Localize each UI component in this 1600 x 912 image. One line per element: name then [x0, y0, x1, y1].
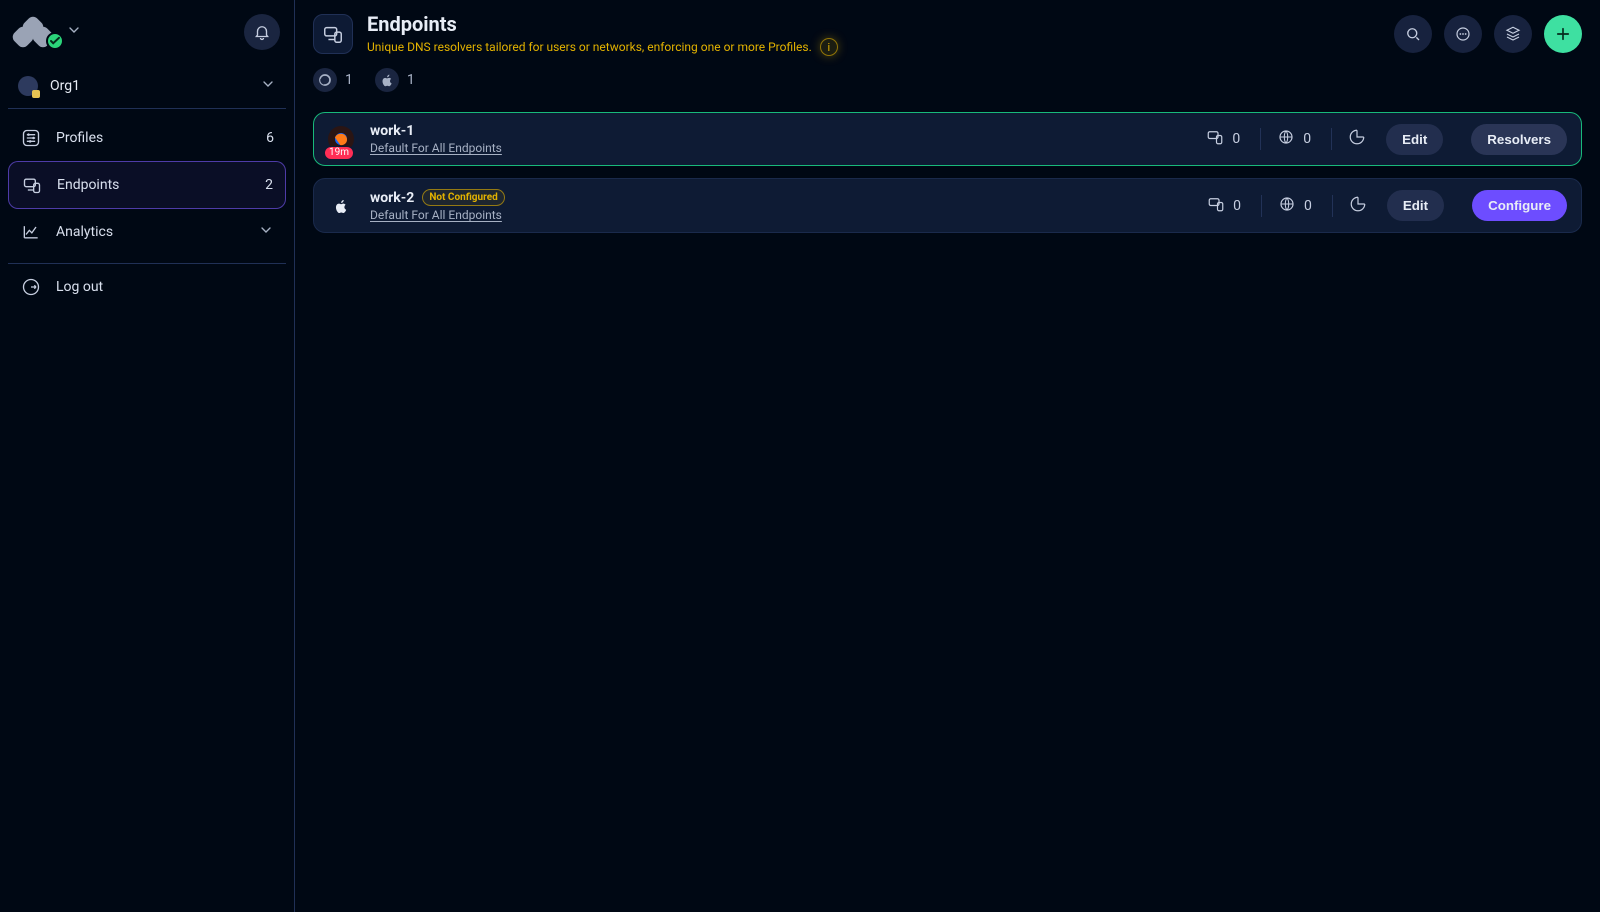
endpoint-domain-count: 0	[1261, 195, 1312, 217]
top-actions	[1394, 15, 1582, 53]
chevron-down-icon[interactable]	[258, 222, 274, 242]
apple-icon	[375, 68, 399, 92]
sliders-icon	[20, 127, 42, 149]
status-dot-icon	[46, 32, 64, 50]
edit-button[interactable]: Edit	[1386, 124, 1443, 155]
devices-count: 0	[1232, 131, 1240, 147]
endpoint-time-badge: 19m	[324, 146, 354, 160]
endpoint-list: 19m work-1 Default For All Endpoints 0	[295, 104, 1600, 241]
page-subtitle-text: Unique DNS resolvers tailored for users …	[367, 40, 812, 54]
filters: 1 1	[295, 64, 1600, 104]
search-button[interactable]	[1394, 15, 1432, 53]
endpoint-card[interactable]: 19m work-1 Default For All Endpoints 0	[313, 112, 1582, 166]
endpoints-title-icon	[313, 14, 353, 54]
chevron-down-icon[interactable]	[260, 76, 276, 96]
org-avatar-icon	[18, 76, 38, 96]
sidebar-item-endpoints[interactable]: Endpoints 2	[8, 161, 286, 209]
logout-label: Log out	[56, 279, 103, 295]
sidebar-item-label: Endpoints	[57, 177, 251, 193]
page-title: Endpoints	[367, 12, 838, 36]
pie-icon	[1348, 128, 1366, 150]
page-title-wrap: Endpoints Unique DNS resolvers tailored …	[313, 12, 838, 56]
topbar: Endpoints Unique DNS resolvers tailored …	[295, 0, 1600, 64]
endpoint-analytics[interactable]	[1331, 128, 1366, 150]
sidebar-item-count: 2	[265, 177, 273, 193]
layers-button[interactable]	[1494, 15, 1532, 53]
info-icon[interactable]: i	[820, 38, 838, 56]
endpoint-os-icon: 19m	[328, 126, 354, 152]
endpoint-domain-count: 0	[1260, 128, 1311, 150]
filter-apple-count: 1	[407, 72, 415, 88]
chevron-down-icon[interactable]	[66, 22, 82, 42]
endpoint-analytics[interactable]	[1332, 195, 1367, 217]
add-endpoint-button[interactable]	[1544, 15, 1582, 53]
brand[interactable]	[14, 18, 82, 46]
org-name: Org1	[50, 78, 248, 94]
endpoint-profile-link[interactable]: Default For All Endpoints	[370, 141, 570, 155]
sidebar-nav: Profiles 6 Endpoints 2 Analytics	[8, 115, 286, 255]
not-configured-tag: Not Configured	[422, 189, 504, 206]
sidebar-item-label: Analytics	[56, 224, 244, 240]
sidebar: Org1 Profiles 6 Endpoints 2	[0, 0, 295, 912]
sidebar-item-count: 6	[266, 130, 274, 146]
pie-icon	[1349, 195, 1367, 217]
devices-count: 0	[1233, 198, 1241, 214]
devices-icon	[1206, 128, 1224, 150]
more-button[interactable]	[1444, 15, 1482, 53]
endpoint-os-icon	[328, 193, 354, 219]
sidebar-item-analytics[interactable]: Analytics	[8, 209, 286, 255]
logout-button[interactable]: Log out	[8, 263, 286, 310]
endpoint-name: work-1	[370, 123, 414, 139]
filter-firefox-count: 1	[345, 72, 353, 88]
devices-icon	[1207, 195, 1225, 217]
notifications-button[interactable]	[244, 14, 280, 50]
org-switcher[interactable]: Org1	[8, 64, 286, 109]
analytics-icon	[20, 221, 42, 243]
domains-count: 0	[1304, 198, 1312, 214]
configure-button[interactable]: Configure	[1472, 190, 1567, 221]
endpoint-device-count: 0	[1206, 128, 1240, 150]
filter-apple[interactable]: 1	[375, 68, 415, 92]
page-subtitle: Unique DNS resolvers tailored for users …	[367, 38, 838, 56]
sidebar-item-profiles[interactable]: Profiles 6	[8, 115, 286, 161]
endpoints-icon	[21, 174, 43, 196]
brand-logo	[14, 18, 58, 46]
domains-count: 0	[1303, 131, 1311, 147]
endpoint-name: work-2	[370, 190, 414, 206]
globe-icon	[1277, 128, 1295, 150]
edit-button[interactable]: Edit	[1387, 190, 1444, 221]
globe-icon	[1278, 195, 1296, 217]
firefox-icon	[313, 68, 337, 92]
logout-icon	[20, 276, 42, 298]
resolvers-button[interactable]: Resolvers	[1471, 124, 1567, 155]
endpoint-device-count: 0	[1207, 195, 1241, 217]
main: Endpoints Unique DNS resolvers tailored …	[295, 0, 1600, 912]
endpoint-card[interactable]: work-2 Not Configured Default For All En…	[313, 178, 1582, 233]
sidebar-top	[8, 10, 286, 64]
sidebar-item-label: Profiles	[56, 130, 252, 146]
filter-firefox[interactable]: 1	[313, 68, 353, 92]
endpoint-profile-link[interactable]: Default For All Endpoints	[370, 208, 570, 222]
